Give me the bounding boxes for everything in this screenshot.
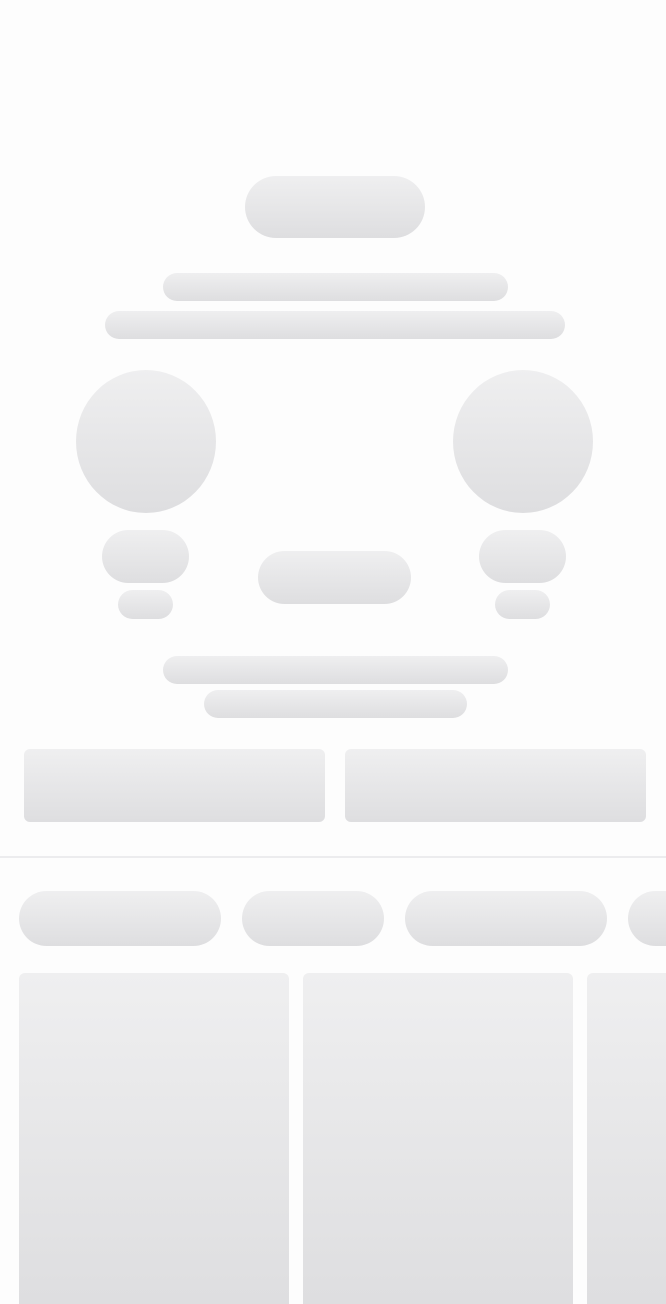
- home-team-name-placeholder: [102, 530, 189, 583]
- match-badge-placeholder: [245, 176, 425, 238]
- home-team-logo-placeholder[interactable]: [76, 370, 216, 513]
- content-card-placeholder[interactable]: [19, 973, 289, 1304]
- home-team-score-placeholder: [118, 590, 173, 619]
- section-divider: [0, 856, 666, 858]
- match-detail-line-placeholder: [204, 690, 467, 718]
- secondary-action-button-placeholder[interactable]: [345, 749, 646, 822]
- content-card-placeholder[interactable]: [303, 973, 573, 1304]
- away-team-score-placeholder: [495, 590, 550, 619]
- content-card-placeholder[interactable]: [587, 973, 666, 1304]
- match-detail-line-placeholder: [163, 656, 508, 684]
- content-card-list: [0, 973, 666, 1304]
- away-team-logo-placeholder[interactable]: [453, 370, 593, 513]
- tab-bar: [0, 890, 666, 946]
- tab-chip-placeholder[interactable]: [242, 891, 384, 946]
- match-title-placeholder: [163, 273, 508, 301]
- primary-action-button-placeholder[interactable]: [24, 749, 325, 822]
- match-status-placeholder: [258, 551, 411, 604]
- away-team-name-placeholder: [479, 530, 566, 583]
- tab-chip-placeholder[interactable]: [628, 891, 666, 946]
- tab-chip-placeholder[interactable]: [405, 891, 607, 946]
- tab-chip-placeholder[interactable]: [19, 891, 221, 946]
- match-subtitle-placeholder: [105, 311, 565, 339]
